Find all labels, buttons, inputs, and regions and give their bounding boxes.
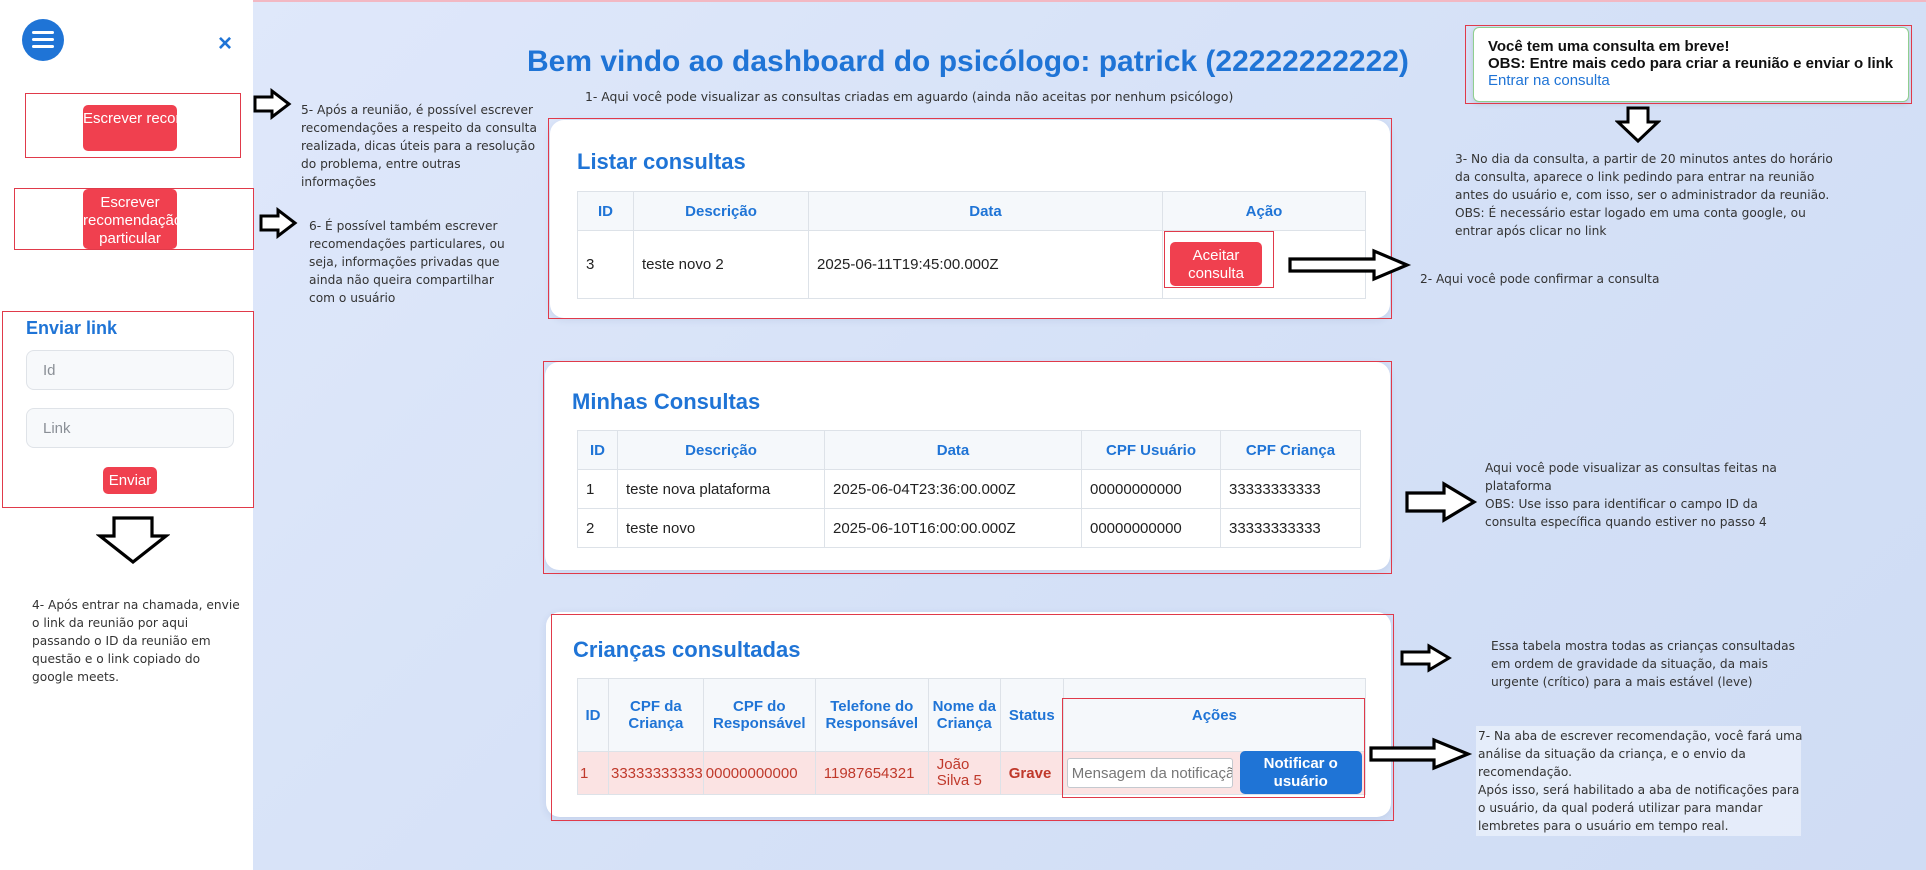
annotation-step6: 6- É possível também escrever recomendaç… (309, 219, 505, 305)
arrow-down-icon (96, 516, 170, 564)
arrow-right-icon (259, 207, 298, 239)
annotation-highlight (1164, 231, 1274, 288)
page-title: Bem vindo ao dashboard do psicólogo: pat… (527, 45, 1409, 78)
annotation-step5: 5- Após a reunião, é possível escrever r… (301, 103, 537, 189)
annotation-my-consults: Aqui você pode visualizar as consultas f… (1485, 461, 1777, 529)
annotation-step4: 4- Após entrar na chamada, envie o link … (32, 598, 240, 684)
write-private-recommendation-button[interactable]: Escrever recomendação particular (83, 189, 177, 249)
menu-icon-bar (32, 45, 54, 48)
meeting-link-input[interactable] (26, 408, 234, 448)
send-link-button[interactable]: Enviar (103, 467, 157, 494)
arrow-right-icon (253, 88, 292, 120)
annotation-step7: 7- Na aba de escrever recomendação, você… (1478, 729, 1803, 833)
arrow-right-icon (1405, 481, 1478, 523)
annotation-children: Essa tabela mostra todas as crianças con… (1491, 639, 1795, 689)
top-divider (0, 0, 1926, 2)
annotation-highlight (1062, 698, 1365, 798)
arrow-right-icon (1400, 643, 1452, 673)
menu-icon-bar (32, 31, 54, 34)
arrow-down-icon (1615, 106, 1661, 144)
write-recommendation-button[interactable]: Escrever recomendação (83, 105, 177, 151)
menu-toggle-button[interactable] (22, 19, 64, 61)
arrow-right-icon (1288, 248, 1412, 282)
menu-icon-bar (32, 38, 54, 41)
annotation-step2: 2- Aqui você pode confirmar a consulta (1420, 272, 1660, 286)
annotation-highlight (548, 118, 1392, 319)
annotation-highlight (543, 361, 1392, 574)
send-link-title: Enviar link (26, 318, 118, 338)
close-icon[interactable]: × (215, 32, 235, 56)
annotation-highlight (1465, 25, 1912, 104)
annotation-step3: 3- No dia da consulta, a partir de 20 mi… (1455, 152, 1833, 238)
arrow-right-icon (1369, 737, 1473, 771)
annotation-step1: 1- Aqui você pode visualizar as consulta… (585, 89, 1234, 104)
meeting-id-input[interactable] (26, 350, 234, 390)
sidebar: × Escrever recomendação Escrever recomen… (0, 0, 254, 870)
